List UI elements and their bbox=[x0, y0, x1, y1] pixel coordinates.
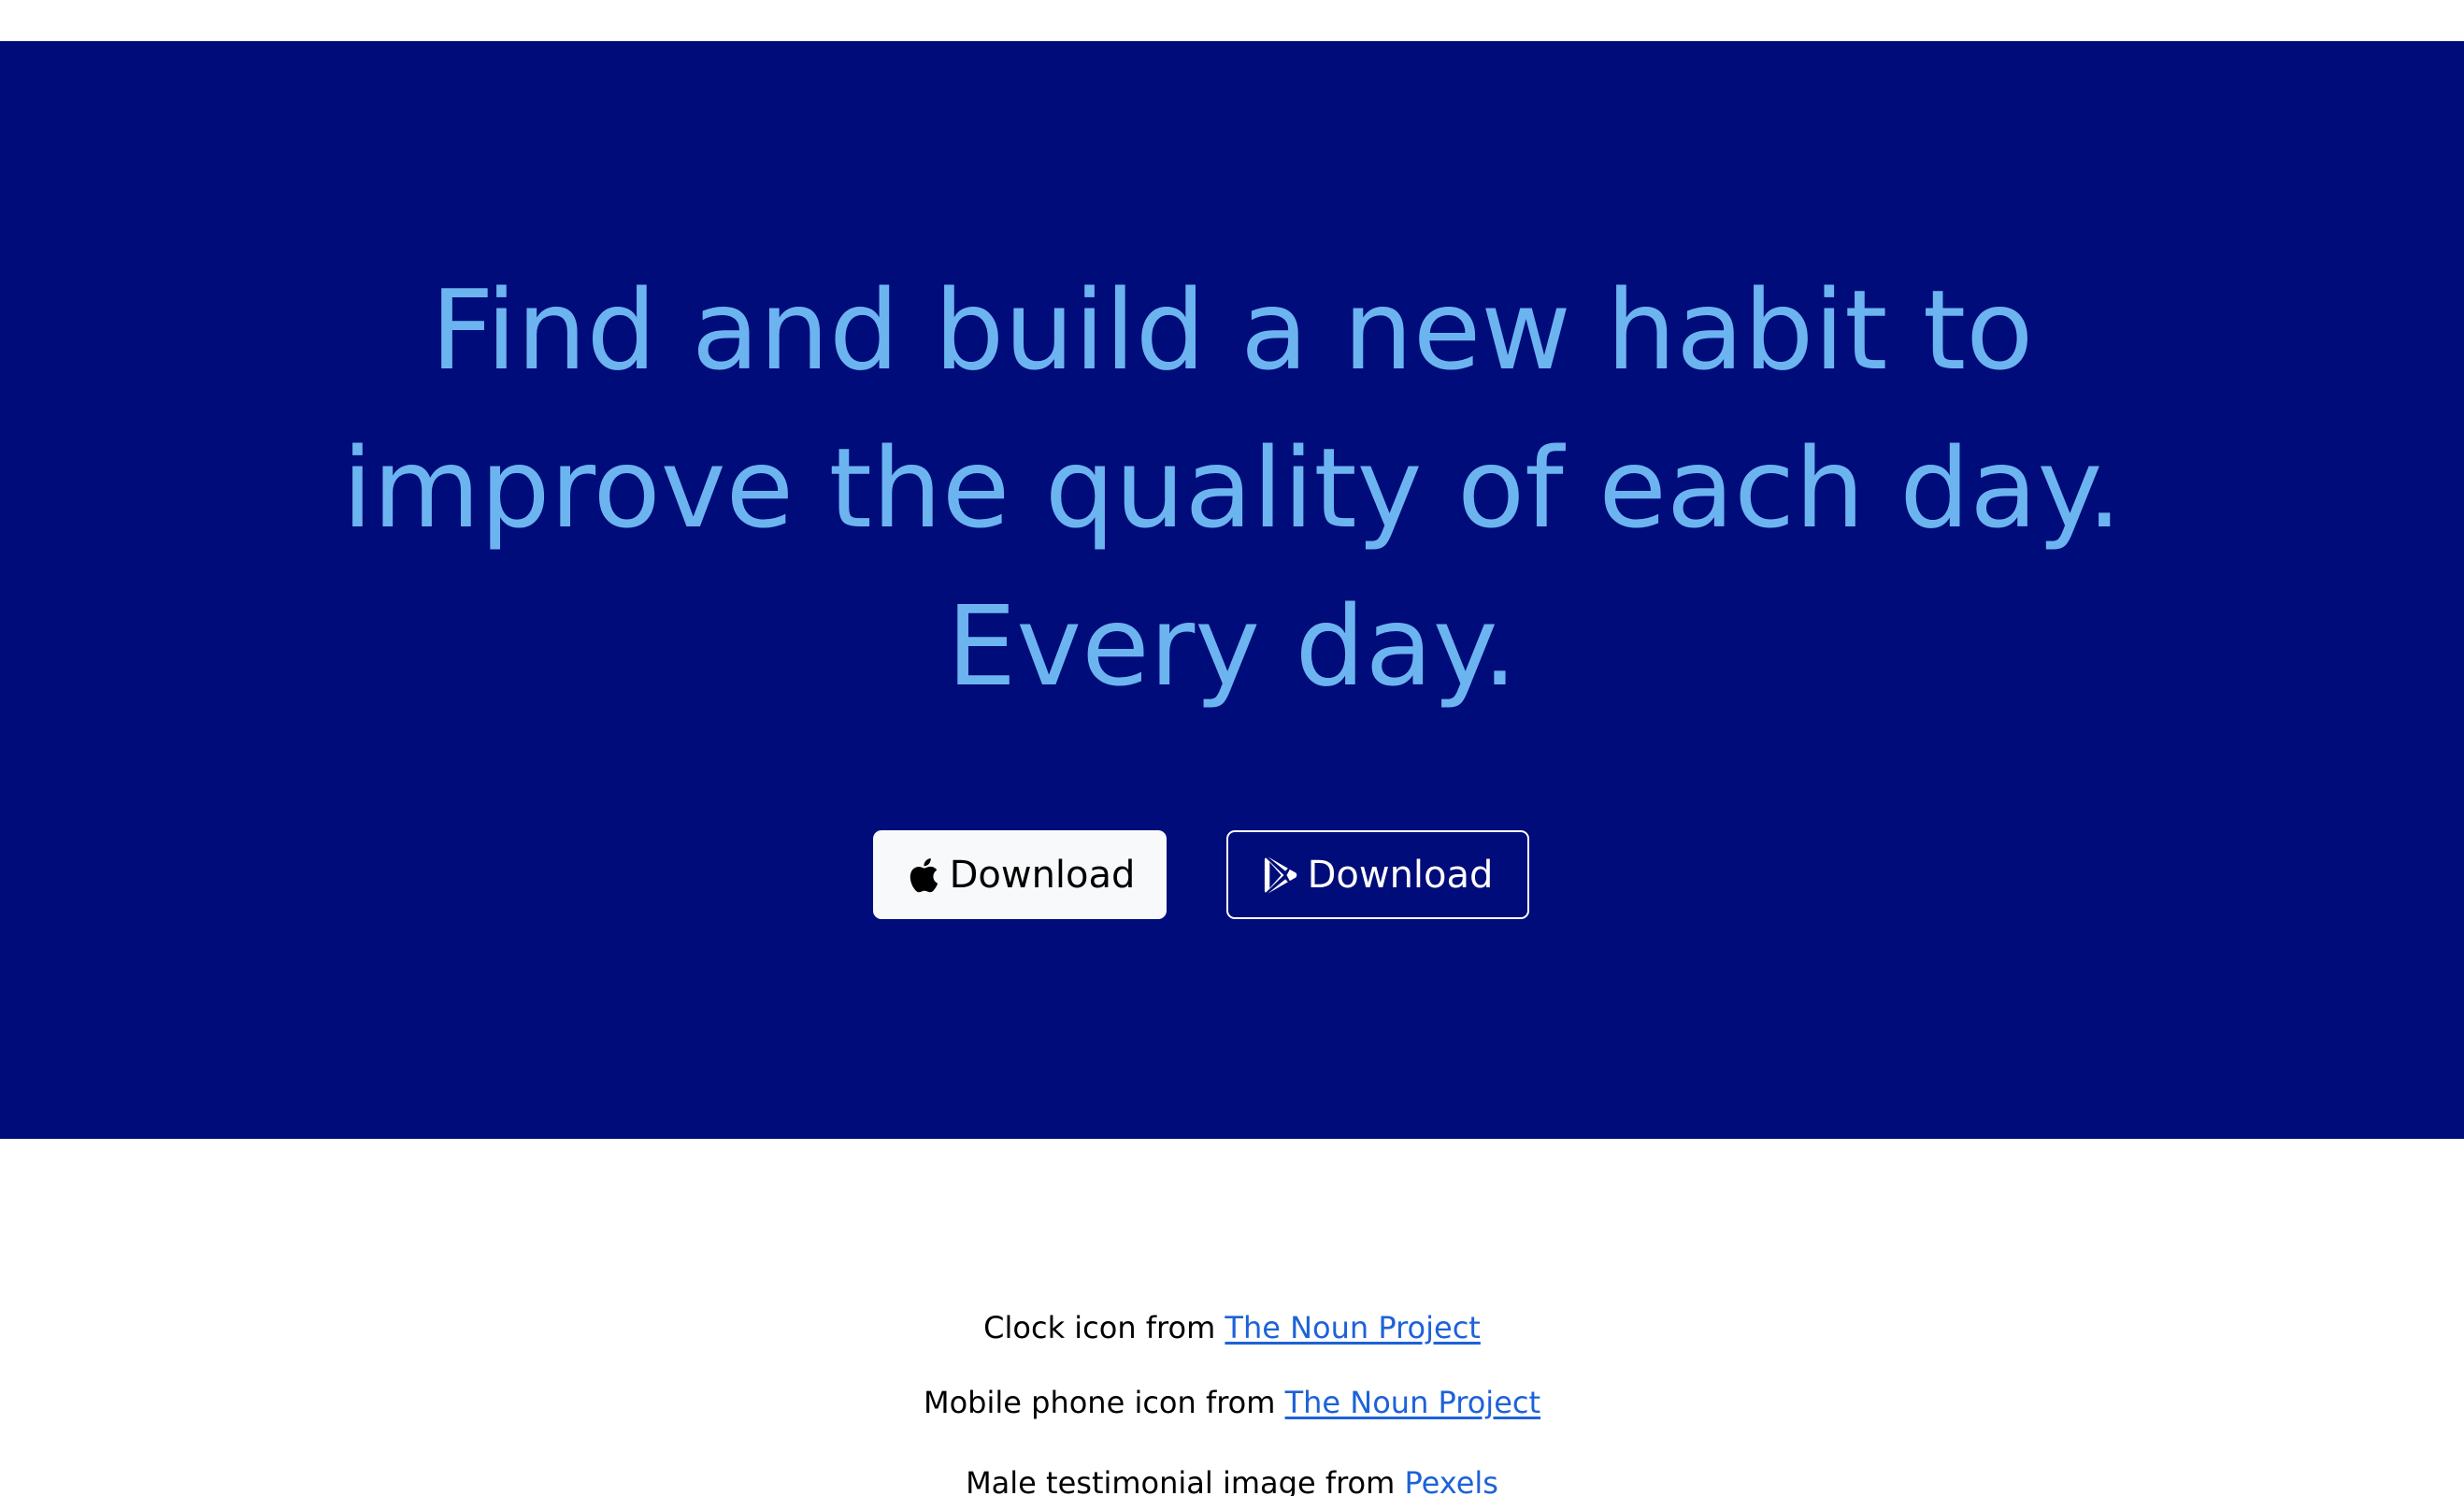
hero-headline: Find and build a new habit to improve th… bbox=[297, 252, 2167, 726]
hero-section: Find and build a new habit to improve th… bbox=[0, 41, 2464, 1139]
google-play-download-button[interactable]: Download bbox=[1226, 830, 1529, 919]
credit-line-clock: Clock icon from The Noun Project bbox=[0, 1309, 2464, 1346]
hero-headline-line-3: Every day. bbox=[946, 582, 1518, 711]
apple-icon bbox=[905, 856, 940, 895]
google-play-download-label: Download bbox=[1307, 853, 1494, 897]
credit-text: Clock icon from bbox=[983, 1310, 1225, 1345]
credit-line-testimonial-image: Male testimonial image from Pexels bbox=[0, 1464, 2464, 1496]
credit-link-noun-project[interactable]: The Noun Project bbox=[1225, 1310, 1480, 1345]
credit-link-noun-project[interactable]: The Noun Project bbox=[1285, 1385, 1540, 1420]
landing-page: Find and build a new habit to improve th… bbox=[0, 0, 2464, 1496]
google-play-icon bbox=[1263, 856, 1298, 895]
credit-text: Male testimonial image from bbox=[966, 1465, 1405, 1496]
credit-line-mobile-phone: Mobile phone icon from The Noun Project bbox=[0, 1384, 2464, 1421]
hero-headline-line-1: Find and build a new habit to bbox=[430, 266, 2034, 395]
app-store-download-button[interactable]: Download bbox=[873, 830, 1167, 919]
hero-headline-line-2: improve the quality of each day. bbox=[341, 424, 2123, 553]
credit-text: Mobile phone icon from bbox=[923, 1385, 1285, 1420]
app-store-download-label: Download bbox=[949, 853, 1136, 897]
top-strip bbox=[0, 0, 2464, 41]
credit-link-pexels[interactable]: Pexels bbox=[1404, 1465, 1497, 1496]
